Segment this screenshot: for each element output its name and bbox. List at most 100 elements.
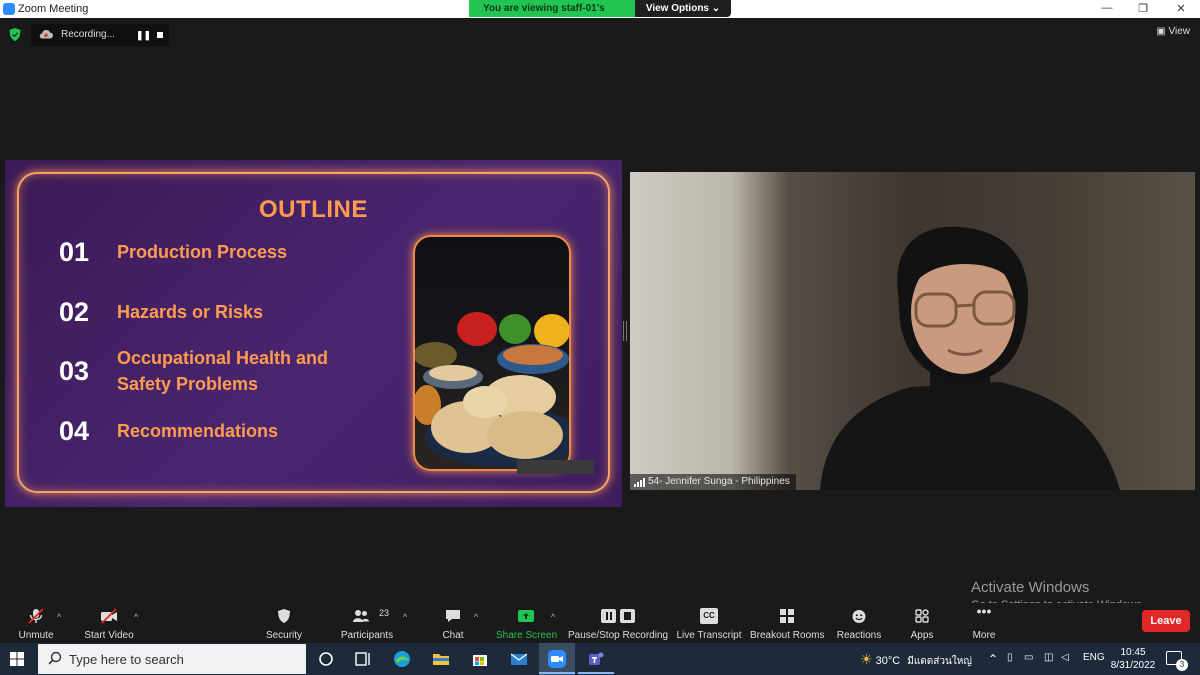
view-options-button[interactable]: View Options ⌄	[635, 0, 731, 17]
pause-recording-icon[interactable]: ❚❚	[136, 30, 151, 41]
security-label: Security	[265, 630, 303, 641]
edge-browser-icon[interactable]	[392, 649, 412, 669]
close-button[interactable]: ✕	[1166, 2, 1196, 16]
volume-icon[interactable]: ◁	[1061, 652, 1069, 663]
outline-item: Recommendations	[117, 421, 279, 441]
viewing-screen-banner: You are viewing staff-01's screen	[469, 0, 635, 31]
breakout-rooms-button[interactable]: Breakout Rooms	[750, 603, 824, 643]
leave-button[interactable]: Leave	[1142, 610, 1190, 632]
pause-stop-recording-button[interactable]: Pause/Stop Recording	[568, 603, 668, 643]
food-photo	[413, 235, 571, 471]
recording-indicator: Recording... ❚❚	[31, 24, 169, 46]
more-label: More	[972, 630, 996, 641]
stop-recording-icon[interactable]	[157, 32, 163, 38]
closed-caption-icon: CC	[700, 608, 718, 624]
device-icon[interactable]: ▯	[1007, 652, 1013, 663]
task-view-icon[interactable]	[353, 649, 373, 669]
signal-strength-icon	[634, 478, 645, 487]
network-icon[interactable]: ◫	[1044, 652, 1053, 663]
share-screen-button[interactable]: Share Screen	[496, 603, 558, 643]
clock-date: 8/31/2022	[1110, 660, 1156, 671]
battery-icon[interactable]: ▭	[1024, 652, 1033, 663]
chat-options-caret[interactable]: ^	[474, 612, 478, 622]
maximize-button[interactable]: ❐	[1128, 2, 1158, 16]
participant-silhouette	[820, 226, 1120, 490]
recording-label: Recording...	[61, 29, 115, 40]
notification-count: 3	[1176, 659, 1188, 671]
unmute-button[interactable]: Unmute	[8, 603, 64, 643]
start-video-button[interactable]: Start Video	[80, 603, 138, 643]
file-explorer-icon[interactable]	[431, 649, 451, 669]
apps-icon	[915, 609, 929, 623]
start-video-label: Start Video	[84, 630, 134, 641]
outline-number: 02	[59, 297, 90, 327]
outline-number: 04	[59, 416, 90, 446]
participants-label: Participants	[340, 630, 394, 641]
participants-button[interactable]: 23 Participants	[336, 603, 398, 643]
zoom-app-icon	[3, 3, 15, 15]
meeting-toolbar: Unmute ^ Start Video ^ Security 23 Parti…	[0, 603, 1200, 643]
minimize-button[interactable]: —	[1092, 2, 1122, 16]
share-options-caret[interactable]: ^	[551, 612, 555, 622]
participant-name-tag: 54- Jennifer Sunga - Philippines	[630, 474, 796, 490]
more-dots-icon: •••	[976, 603, 992, 619]
outline-number: 03	[59, 356, 90, 386]
video-options-caret[interactable]: ^	[134, 612, 138, 622]
language-indicator[interactable]: ENG	[1083, 652, 1105, 663]
splitter-handle[interactable]	[623, 321, 627, 341]
participant-video[interactable]: 54- Jennifer Sunga - Philippines	[630, 172, 1195, 490]
windows-start-icon[interactable]	[10, 652, 24, 666]
cortana-icon[interactable]	[316, 649, 336, 669]
shared-screen: OUTLINE 01 Production Process 02 Hazards…	[5, 160, 622, 507]
chat-bubble-icon	[446, 610, 460, 622]
reactions-label: Reactions	[836, 630, 882, 641]
participants-options-caret[interactable]: ^	[403, 612, 407, 622]
search-placeholder: Type here to search	[69, 652, 184, 667]
search-icon	[48, 651, 62, 665]
teams-icon[interactable]	[586, 649, 606, 669]
zoom-active-indicator	[539, 672, 575, 674]
share-screen-label: Share Screen	[496, 630, 558, 641]
watermark-title: Activate Windows	[971, 579, 1090, 596]
view-menu-button[interactable]: ▣ View	[1156, 26, 1190, 37]
audio-options-caret[interactable]: ^	[57, 612, 61, 622]
weather-widget[interactable]: ☀ 30°C มีแดดส่วนใหญ่	[860, 651, 972, 669]
slide-caption-bar	[517, 460, 594, 474]
breakout-rooms-icon	[780, 609, 794, 623]
taskbar-search-box[interactable]: Type here to search	[38, 644, 306, 674]
share-screen-icon	[518, 610, 534, 622]
apps-button[interactable]: Apps	[904, 603, 940, 643]
temperature: 30°C	[875, 655, 901, 667]
view-layout-icon: ▣	[1156, 26, 1166, 37]
notification-center-icon[interactable]: 3	[1166, 651, 1188, 671]
security-button[interactable]: Security	[260, 603, 308, 643]
pause-stop-recording-label: Pause/Stop Recording	[568, 630, 669, 641]
slide-title: OUTLINE	[259, 196, 368, 223]
outline-item: Production Process	[117, 242, 288, 262]
more-button[interactable]: ••• More	[966, 603, 1002, 643]
microsoft-store-icon[interactable]	[470, 649, 490, 669]
chat-label: Chat	[442, 630, 464, 641]
meeting-area: Recording... ❚❚ ▣ View OUTLINE 01 Produc…	[0, 18, 1200, 611]
muted-microphone-icon	[28, 608, 44, 624]
participant-name: 54- Jennifer Sunga - Philippines	[648, 476, 790, 487]
breakout-rooms-label: Breakout Rooms	[750, 630, 825, 641]
reactions-button[interactable]: Reactions	[834, 603, 884, 643]
shield-icon[interactable]	[9, 28, 21, 41]
mail-icon[interactable]	[509, 649, 529, 669]
chat-button[interactable]: Chat	[436, 603, 470, 643]
cloud-recording-icon	[39, 29, 53, 39]
taskbar-clock[interactable]: 10:45 8/31/2022	[1108, 646, 1158, 672]
video-off-icon	[101, 608, 117, 624]
window-title: Zoom Meeting	[18, 3, 89, 15]
teams-active-indicator	[578, 672, 614, 674]
zoom-taskbar-button[interactable]	[539, 643, 575, 675]
outline-item: Hazards or Risks	[117, 302, 264, 322]
outline-number: 01	[59, 237, 90, 267]
outline-item: Occupational Health and Safety Problems	[117, 348, 329, 394]
pause-stop-icon	[601, 609, 635, 623]
tray-overflow-icon[interactable]: ⌃	[988, 652, 998, 666]
weather-description: มีแดดส่วนใหญ่	[907, 656, 972, 667]
windows-taskbar: Type here to search ☀ 30°C มีแดดส่วนใหญ่	[0, 643, 1200, 675]
live-transcript-button[interactable]: CC Live Transcript	[676, 603, 742, 643]
